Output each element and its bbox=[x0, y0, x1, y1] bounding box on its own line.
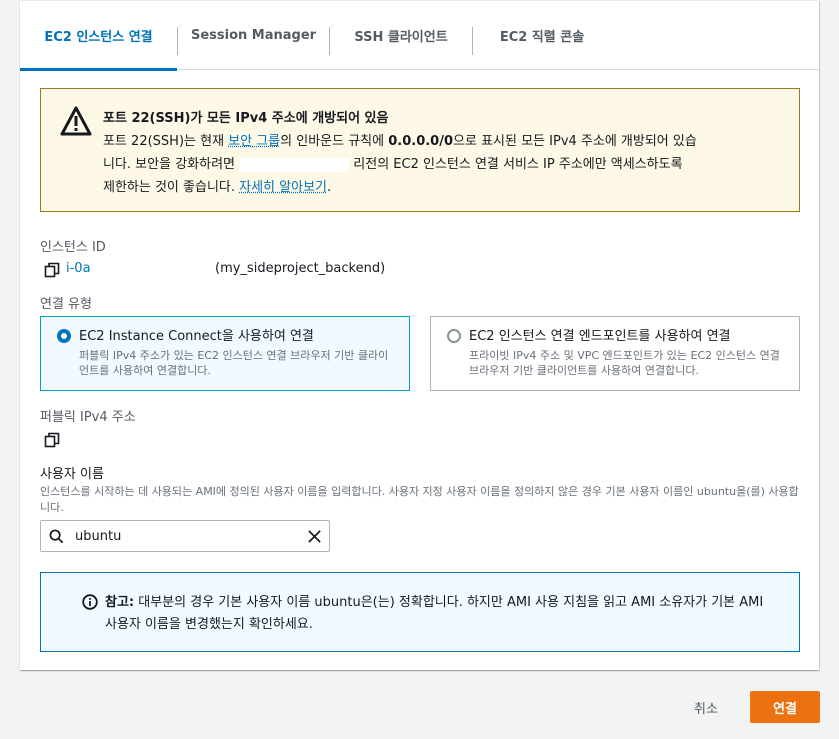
radio-option-endpoint[interactable]: EC2 인스턴스 연결 엔드포인트를 사용하여 연결 프라이빗 IPv4 주소 … bbox=[430, 316, 800, 391]
alert-text: 리전의 EC2 인스턴스 연결 서비스 IP 주소에만 액세스하도록 bbox=[349, 157, 683, 172]
instance-name: (my_sideproject_backend) bbox=[215, 261, 386, 276]
username-label: 사용자 이름 bbox=[40, 467, 104, 482]
tab-session-manager[interactable]: Session Manager bbox=[178, 1, 329, 70]
radio-option-ec2-instance-connect[interactable]: EC2 Instance Connect을 사용하여 연결 퍼블릭 IPv4 주… bbox=[40, 316, 410, 391]
alert-text: 제한하는 것이 좋습니다. bbox=[103, 180, 240, 195]
tab-ec2-serial-console[interactable]: EC2 직렬 콘솔 bbox=[473, 1, 611, 70]
connect-button[interactable]: 연결 bbox=[750, 691, 820, 723]
tab-ec2-instance-connect[interactable]: EC2 인스턴스 연결 bbox=[20, 1, 177, 71]
username-hint: 인스턴스를 시작하는 데 사용되는 AMI에 정의된 사용자 이름을 입력합니다… bbox=[40, 485, 799, 514]
alert-text: 포트 22(SSH)는 현재 bbox=[103, 134, 229, 149]
public-ip-label: 퍼블릭 IPv4 주소 bbox=[40, 410, 136, 425]
instance-id-value[interactable]: i-0a bbox=[66, 261, 91, 276]
alert-text: 으로 표시된 모든 IPv4 주소에 개방되어 있습 bbox=[453, 134, 697, 149]
radio-title: EC2 인스턴스 연결 엔드포인트를 사용하여 연결 bbox=[469, 329, 731, 344]
connection-type-label: 연결 유형 bbox=[40, 297, 92, 312]
copy-icon[interactable] bbox=[44, 432, 60, 448]
radio-button-selected[interactable] bbox=[57, 329, 71, 343]
security-group-link[interactable]: 보안 그룹 bbox=[228, 134, 280, 149]
username-field[interactable] bbox=[40, 520, 330, 552]
info-icon bbox=[82, 594, 98, 610]
instance-id-label: 인스턴스 ID bbox=[40, 240, 106, 255]
redacted-region bbox=[239, 157, 350, 172]
radio-title: EC2 Instance Connect을 사용하여 연결 bbox=[79, 329, 314, 344]
alert-body: 포트 22(SSH)는 현재 보안 그룹의 인바운드 규칙에 0.0.0.0/0… bbox=[103, 130, 779, 199]
copy-icon[interactable] bbox=[44, 262, 60, 278]
info-note: 참고: 대부분의 경우 기본 사용자 이름 ubuntu은(는) 정확합니다. … bbox=[40, 572, 800, 652]
tab-ssh-client[interactable]: SSH 클라이언트 bbox=[330, 1, 472, 70]
radio-description: 프라이빗 IPv4 주소 및 VPC 엔드포인트가 있는 EC2 인스턴스 연결… bbox=[469, 349, 780, 377]
alert-title: 포트 22(SSH)가 모든 IPv4 주소에 개방되어 있음 bbox=[103, 111, 389, 126]
username-input[interactable] bbox=[73, 521, 293, 551]
clear-icon[interactable] bbox=[307, 529, 322, 544]
warning-icon bbox=[60, 106, 92, 144]
note-text: 대부분의 경우 기본 사용자 이름 ubuntu은(는) 정확합니다. 하지만 … bbox=[105, 595, 764, 632]
radio-description: 퍼블릭 IPv4 주소가 있는 EC2 인스턴스 연결 브라우저 기반 클라이언… bbox=[79, 349, 389, 377]
note-prefix: 참고: bbox=[105, 595, 135, 610]
alert-text: 니다. 보안을 강화하려면 bbox=[103, 157, 240, 172]
search-icon bbox=[49, 529, 64, 544]
connect-panel: EC2 인스턴스 연결 Session Manager SSH 클라이언트 EC… bbox=[20, 0, 819, 670]
radio-button[interactable] bbox=[447, 329, 461, 343]
cidr-value: 0.0.0.0/0 bbox=[388, 134, 454, 149]
learn-more-link[interactable]: 자세히 알아보기 bbox=[239, 180, 327, 195]
alert-text: . bbox=[327, 180, 332, 195]
ssh-warning-alert: 포트 22(SSH)가 모든 IPv4 주소에 개방되어 있음 포트 22(SS… bbox=[40, 88, 800, 212]
alert-text: 의 인바운드 규칙에 bbox=[280, 134, 389, 149]
cancel-button[interactable]: 취소 bbox=[677, 692, 735, 723]
tab-bar: EC2 인스턴스 연결 Session Manager SSH 클라이언트 EC… bbox=[20, 1, 819, 71]
